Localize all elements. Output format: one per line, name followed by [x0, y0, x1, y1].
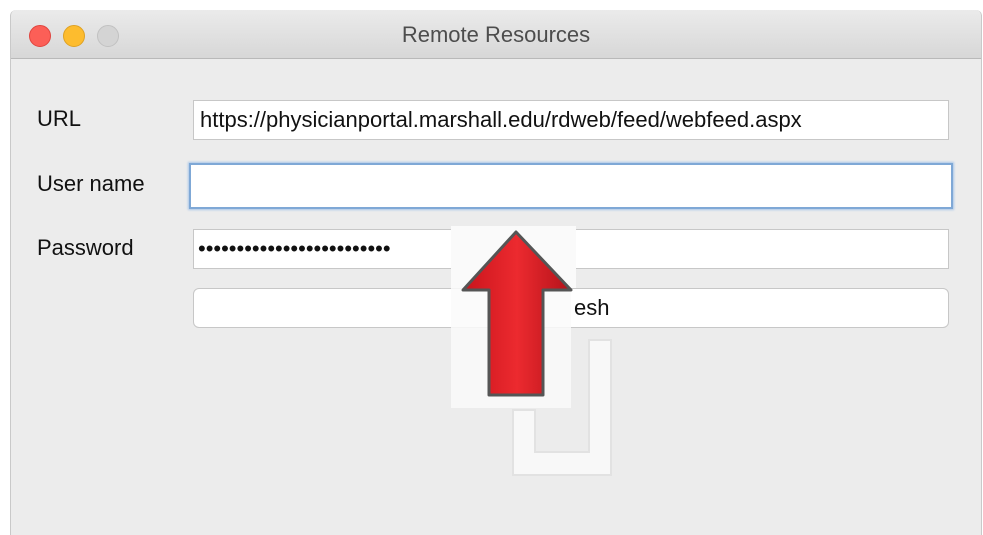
url-label: URL: [37, 106, 82, 131]
password-label: Password: [37, 235, 134, 260]
title-bar: Remote Resources: [11, 10, 981, 59]
red-up-arrow-icon: [461, 230, 612, 476]
url-field[interactable]: [193, 100, 949, 140]
username-field[interactable]: [189, 163, 953, 209]
window-title: Remote Resources: [401, 22, 591, 47]
remote-resources-window: Remote Resources URL User name Password …: [10, 10, 982, 535]
username-label: User name: [37, 171, 145, 196]
